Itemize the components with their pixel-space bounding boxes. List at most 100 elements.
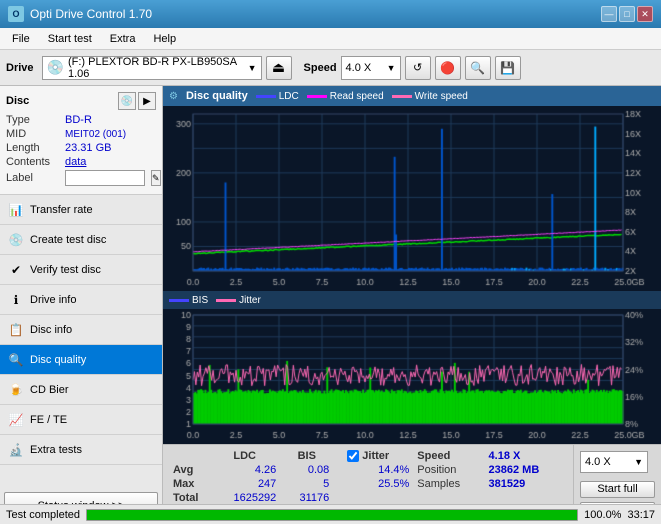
cd-bier-label: CD Bier bbox=[30, 384, 69, 396]
drive-info-icon: ℹ bbox=[8, 292, 24, 308]
burn-button[interactable]: 🔴 bbox=[435, 56, 461, 80]
legend-bis: BIS bbox=[169, 295, 208, 306]
avg-ldc: 4.26 bbox=[209, 463, 280, 477]
disc-label-row: Label ✎ bbox=[6, 170, 156, 186]
menu-start-test[interactable]: Start test bbox=[40, 31, 100, 47]
sidebar-item-transfer-rate[interactable]: 📊 Transfer rate bbox=[0, 195, 162, 225]
sidebar-item-extra-tests[interactable]: 🔬 Extra tests bbox=[0, 435, 162, 465]
chart-header-top: ⚙ Disc quality LDC Read speed Write spee… bbox=[163, 86, 661, 106]
avg-label: Avg bbox=[169, 463, 209, 477]
sidebar-item-fe-te[interactable]: 📈 FE / TE bbox=[0, 405, 162, 435]
fe-te-label: FE / TE bbox=[30, 414, 67, 426]
app-icon: O bbox=[8, 6, 24, 22]
top-chart-container bbox=[163, 106, 661, 291]
sidebar-item-disc-info[interactable]: 📋 Disc info bbox=[0, 315, 162, 345]
chart-title: Disc quality bbox=[186, 90, 248, 102]
speed-value-cell: 4.18 X bbox=[485, 449, 567, 463]
progress-fill bbox=[87, 510, 577, 520]
disc-quality-label: Disc quality bbox=[30, 354, 86, 366]
legend-jitter-label: Jitter bbox=[239, 295, 261, 306]
disc-length: 23.31 GB bbox=[65, 142, 111, 154]
menu-bar: File Start test Extra Help bbox=[0, 28, 661, 50]
maximize-button[interactable]: □ bbox=[619, 6, 635, 22]
sidebar-item-create-test-disc[interactable]: 💿 Create test disc bbox=[0, 225, 162, 255]
legend-ldc-label: LDC bbox=[279, 91, 299, 102]
app-title: Opti Drive Control 1.70 bbox=[30, 7, 152, 21]
toolbar: Drive 💿 (F:) PLEXTOR BD-R PX-LB950SA 1.0… bbox=[0, 50, 661, 86]
disc-header: Disc 💿 ▶ bbox=[6, 92, 156, 110]
position-label: Position bbox=[413, 463, 484, 477]
minimize-button[interactable]: — bbox=[601, 6, 617, 22]
create-test-disc-label: Create test disc bbox=[30, 234, 106, 246]
speed-selector[interactable]: 4.0 X ▼ bbox=[341, 56, 401, 80]
disc-section: Disc 💿 ▶ Type BD-R MID MEIT02 (001) Leng… bbox=[0, 86, 162, 195]
title-bar-left: O Opti Drive Control 1.70 bbox=[8, 6, 152, 22]
title-bar: O Opti Drive Control 1.70 — □ ✕ bbox=[0, 0, 661, 28]
menu-file[interactable]: File bbox=[4, 31, 38, 47]
max-bis: 5 bbox=[280, 477, 333, 491]
analyze-button[interactable]: 🔍 bbox=[465, 56, 491, 80]
extra-tests-label: Extra tests bbox=[30, 444, 82, 456]
col-ldc-header: LDC bbox=[209, 449, 280, 463]
status-text: Test completed bbox=[6, 509, 80, 521]
bottom-chart-container bbox=[163, 309, 661, 444]
create-test-disc-icon: 💿 bbox=[8, 232, 24, 248]
close-button[interactable]: ✕ bbox=[637, 6, 653, 22]
menu-help[interactable]: Help bbox=[145, 31, 184, 47]
jitter-label: Jitter bbox=[362, 450, 389, 462]
jitter-checkbox[interactable] bbox=[347, 450, 359, 462]
disc-quality-icon: 🔍 bbox=[8, 352, 24, 368]
disc-icon-btn1[interactable]: 💿 bbox=[118, 92, 136, 110]
legend-ldc-color bbox=[256, 95, 276, 98]
menu-extra[interactable]: Extra bbox=[102, 31, 144, 47]
legend-jitter-color bbox=[216, 299, 236, 302]
samples-label: Samples bbox=[413, 477, 484, 491]
drive-text: (F:) PLEXTOR BD-R PX-LB950SA 1.06 bbox=[68, 56, 244, 80]
drive-selector[interactable]: 💿 (F:) PLEXTOR BD-R PX-LB950SA 1.06 ▼ bbox=[42, 56, 262, 80]
sidebar-item-cd-bier[interactable]: 🍺 CD Bier bbox=[0, 375, 162, 405]
top-chart-canvas bbox=[163, 106, 661, 291]
elapsed-time: 33:17 bbox=[627, 509, 655, 521]
disc-info-label: Disc info bbox=[30, 324, 72, 336]
start-full-button[interactable]: Start full bbox=[580, 481, 655, 498]
chart-title-icon: ⚙ bbox=[169, 91, 178, 102]
label-edit-button[interactable]: ✎ bbox=[151, 170, 161, 186]
legend-ldc: LDC bbox=[256, 91, 299, 102]
disc-title: Disc bbox=[6, 95, 29, 107]
speed-dropdown[interactable]: 4.0 X ▼ bbox=[580, 451, 648, 473]
legend-write-speed-label: Write speed bbox=[415, 91, 468, 102]
disc-mid: MEIT02 (001) bbox=[65, 129, 126, 140]
col-jitter-header: Jitter bbox=[343, 449, 413, 463]
disc-contents[interactable]: data bbox=[65, 156, 86, 168]
legend-bis-label: BIS bbox=[192, 295, 208, 306]
speed-dropdown-row: 4.0 X ▼ bbox=[580, 451, 655, 473]
refresh-button[interactable]: ↺ bbox=[405, 56, 431, 80]
speed-value: 4.0 X bbox=[346, 62, 372, 74]
col-bis-header: BIS bbox=[280, 449, 333, 463]
legend-write-speed-color bbox=[392, 95, 412, 98]
disc-label-input[interactable] bbox=[65, 170, 145, 186]
sidebar-item-verify-test-disc[interactable]: ✔ Verify test disc bbox=[0, 255, 162, 285]
sidebar-item-disc-quality[interactable]: 🔍 Disc quality bbox=[0, 345, 162, 375]
transfer-rate-icon: 📊 bbox=[8, 202, 24, 218]
main-content: Disc 💿 ▶ Type BD-R MID MEIT02 (001) Leng… bbox=[0, 86, 661, 524]
progress-bar bbox=[86, 509, 578, 521]
stats-avg-row: Avg 4.26 0.08 14.4% Position 23862 MB bbox=[169, 463, 567, 477]
progress-percent: 100.0% bbox=[584, 509, 621, 521]
transfer-rate-label: Transfer rate bbox=[30, 204, 93, 216]
eject-button[interactable]: ⏏ bbox=[266, 56, 292, 80]
total-label: Total bbox=[169, 491, 209, 505]
drive-info-label: Drive info bbox=[30, 294, 76, 306]
save-button[interactable]: 💾 bbox=[495, 56, 521, 80]
max-ldc: 247 bbox=[209, 477, 280, 491]
sidebar-item-drive-info[interactable]: ℹ Drive info bbox=[0, 285, 162, 315]
samples-value: 381529 bbox=[485, 477, 567, 491]
avg-bis: 0.08 bbox=[280, 463, 333, 477]
right-panel: ⚙ Disc quality LDC Read speed Write spee… bbox=[163, 86, 661, 524]
fe-te-icon: 📈 bbox=[8, 412, 24, 428]
disc-icon-btn2[interactable]: ▶ bbox=[138, 92, 156, 110]
max-jitter: 25.5% bbox=[343, 477, 413, 491]
position-value: 23862 MB bbox=[485, 463, 567, 477]
disc-type-row: Type BD-R bbox=[6, 114, 156, 126]
speed-header: Speed bbox=[413, 449, 484, 463]
